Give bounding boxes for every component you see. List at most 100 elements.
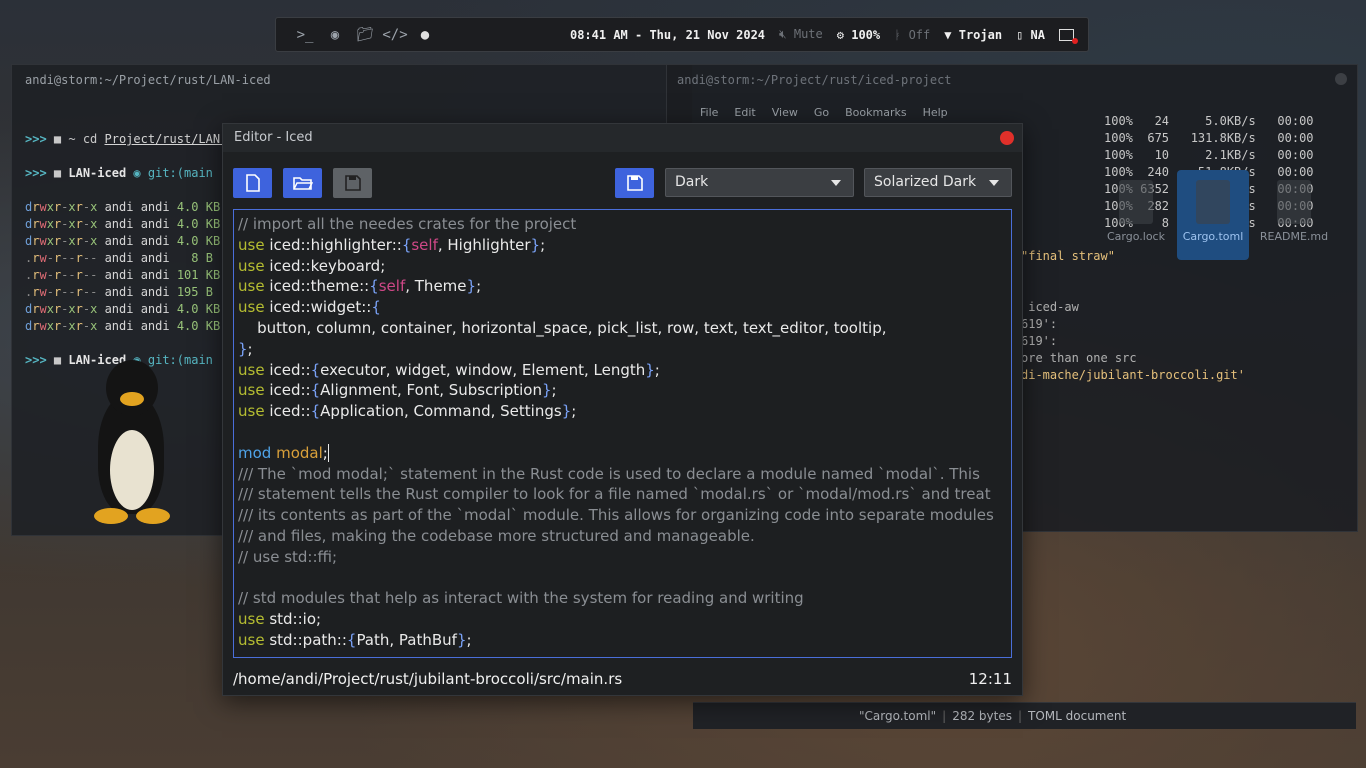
clock[interactable]: 08:41 AM - Thu, 21 Nov 2024 <box>570 28 765 42</box>
highlight-theme-picker[interactable]: Solarized Dark <box>864 168 1012 197</box>
background-line: 619': <box>1021 334 1058 348</box>
wifi-label: Trojan <box>958 27 1003 42</box>
background-line: ore than one src <box>1021 351 1137 365</box>
file-size: 4.0 KB <box>176 217 221 231</box>
code-token: iced::keyboard; <box>269 256 386 275</box>
save-button[interactable] <box>615 168 654 198</box>
mute-icon: 🔇︎ <box>779 27 787 41</box>
battery-icon: ▯ <box>1016 27 1024 42</box>
code-token: } <box>238 339 248 358</box>
code-token: iced::highlighter:: <box>269 235 402 254</box>
wifi-icon: ▼ <box>944 27 952 42</box>
file-path: /home/andi/Project/rust/jubilant-broccol… <box>233 670 623 688</box>
code-token: // import all the needes crates for the … <box>238 215 577 233</box>
owner: andi andi <box>97 234 177 248</box>
code-token: Path, PathBuf <box>356 630 457 649</box>
cursor-position: 12:11 <box>968 670 1012 688</box>
code-token: use <box>238 277 265 296</box>
code-token: /// its contents as part of the `modal` … <box>238 506 994 525</box>
chevron-down-icon <box>831 180 841 186</box>
folder-icon: ■ <box>53 132 62 146</box>
save-icon <box>344 175 361 191</box>
code-token: , Theme <box>405 277 467 296</box>
terminal-title: andi@storm:~/Project/rust/iced-project <box>677 73 952 87</box>
bluetooth-indicator[interactable]: ᛓ Off <box>894 28 930 42</box>
close-icon[interactable] <box>1335 73 1347 85</box>
file-readme[interactable]: README.md <box>1258 170 1330 260</box>
code-token: ; <box>466 630 472 649</box>
theme-picker[interactable]: Dark <box>665 168 854 197</box>
file-cargo-lock[interactable]: Cargo.lock <box>1100 170 1172 260</box>
background-line: "final straw" <box>1021 249 1115 263</box>
permissions: drwxr-xr-x <box>25 217 98 231</box>
menu-item-view[interactable]: View <box>772 106 798 119</box>
owner: andi andi <box>97 319 177 333</box>
code-line: use iced::{executor, widget, window, Ele… <box>238 360 1011 381</box>
permissions: drwxr-xr-x <box>25 302 98 316</box>
file-cargo-toml[interactable]: Cargo.toml <box>1177 170 1249 260</box>
code-token: ; <box>247 339 253 358</box>
code-token: { <box>369 277 379 296</box>
code-token: use <box>238 402 265 421</box>
new-file-button[interactable] <box>233 168 272 198</box>
menu-item-edit[interactable]: Edit <box>734 106 755 119</box>
window-titlebar[interactable]: Editor - Iced <box>223 124 1022 152</box>
background-line <box>1021 282 1245 299</box>
background-line: di-mache/jubilant-broccoli.git' <box>1021 368 1245 382</box>
code-token: } <box>530 235 541 254</box>
owner: andi andi <box>97 285 177 299</box>
terminal-line: >>> ■ LAN-iced ◉ git:(main <box>25 166 213 180</box>
code-line: // import all the needes crates for the … <box>238 214 1011 235</box>
folder-icon: ■ <box>53 166 62 180</box>
code-token: Application, Command, Settings <box>320 402 562 421</box>
background-text: "final straw" iced-aw 619': 619': ore than … <box>1021 248 1245 384</box>
menu-item-help[interactable]: Help <box>923 106 948 119</box>
code-token: { <box>371 298 381 317</box>
menu-item-file[interactable]: File <box>700 106 718 119</box>
screen-record-icon[interactable] <box>1059 28 1078 44</box>
folder-icon[interactable]: 📁︎ <box>350 27 380 43</box>
chat-icon[interactable]: ● <box>410 27 440 43</box>
permissions: drwxr-xr-x <box>25 200 98 214</box>
owner: andi andi <box>97 251 177 265</box>
menu-item-bookmarks[interactable]: Bookmarks <box>845 106 906 119</box>
listing-row: .rw-r--r-- andi andi 195 B <box>25 284 235 301</box>
code-icon[interactable]: </> <box>380 27 410 43</box>
code-line: use std::io; <box>238 609 1011 630</box>
code-token: iced::widget:: <box>269 298 372 317</box>
listing-row: drwxr-xr-x andi andi 4.0 KB <box>25 199 235 216</box>
wifi-indicator[interactable]: ▼ Trojan <box>944 28 1002 42</box>
code-token: use <box>238 381 265 400</box>
permissions: drwxr-xr-x <box>25 234 98 248</box>
listing-row: .rw-r--r-- andi andi 101 KB <box>25 267 235 284</box>
prompt-dir: LAN-iced <box>68 166 127 180</box>
github-icon: ◉ <box>133 166 141 180</box>
highlight-theme-value: Solarized Dark <box>874 174 977 190</box>
menu-item-go[interactable]: Go <box>814 106 829 119</box>
code-editor[interactable]: // import all the needes crates for the … <box>233 209 1012 658</box>
permissions: .rw-r--r-- <box>25 268 98 282</box>
code-token: iced:: <box>269 360 311 379</box>
code-token: } <box>561 402 572 421</box>
brightness-indicator[interactable]: ⚙ 100% <box>837 28 880 42</box>
status-filename: "Cargo.toml" <box>859 709 937 723</box>
code-token: use <box>238 298 265 317</box>
code-token: use <box>238 360 265 379</box>
open-file-button[interactable] <box>283 168 322 198</box>
volume-indicator[interactable]: 🔇︎ Mute <box>779 27 823 42</box>
background-line: iced-aw <box>1021 300 1079 314</box>
chrome-icon[interactable]: ◉ <box>320 27 350 43</box>
listing-row: .rw-r--r-- andi andi 8 B <box>25 250 235 267</box>
close-button[interactable] <box>1000 131 1014 145</box>
code-token: self <box>411 235 438 254</box>
permissions: .rw-r--r-- <box>25 251 98 265</box>
code-token: iced:: <box>269 381 311 400</box>
listing-row: drwxr-xr-x andi andi 4.0 KB <box>25 233 235 250</box>
save-button-disabled[interactable] <box>333 168 372 198</box>
terminal-icon[interactable]: >_ <box>290 27 320 43</box>
git-branch: git:(main <box>147 166 213 180</box>
listing-row: drwxr-xr-x andi andi 4.0 KB <box>25 216 235 233</box>
battery-indicator[interactable]: ▯ NA <box>1016 28 1045 42</box>
owner: andi andi <box>97 302 177 316</box>
code-token: ; <box>540 235 546 254</box>
